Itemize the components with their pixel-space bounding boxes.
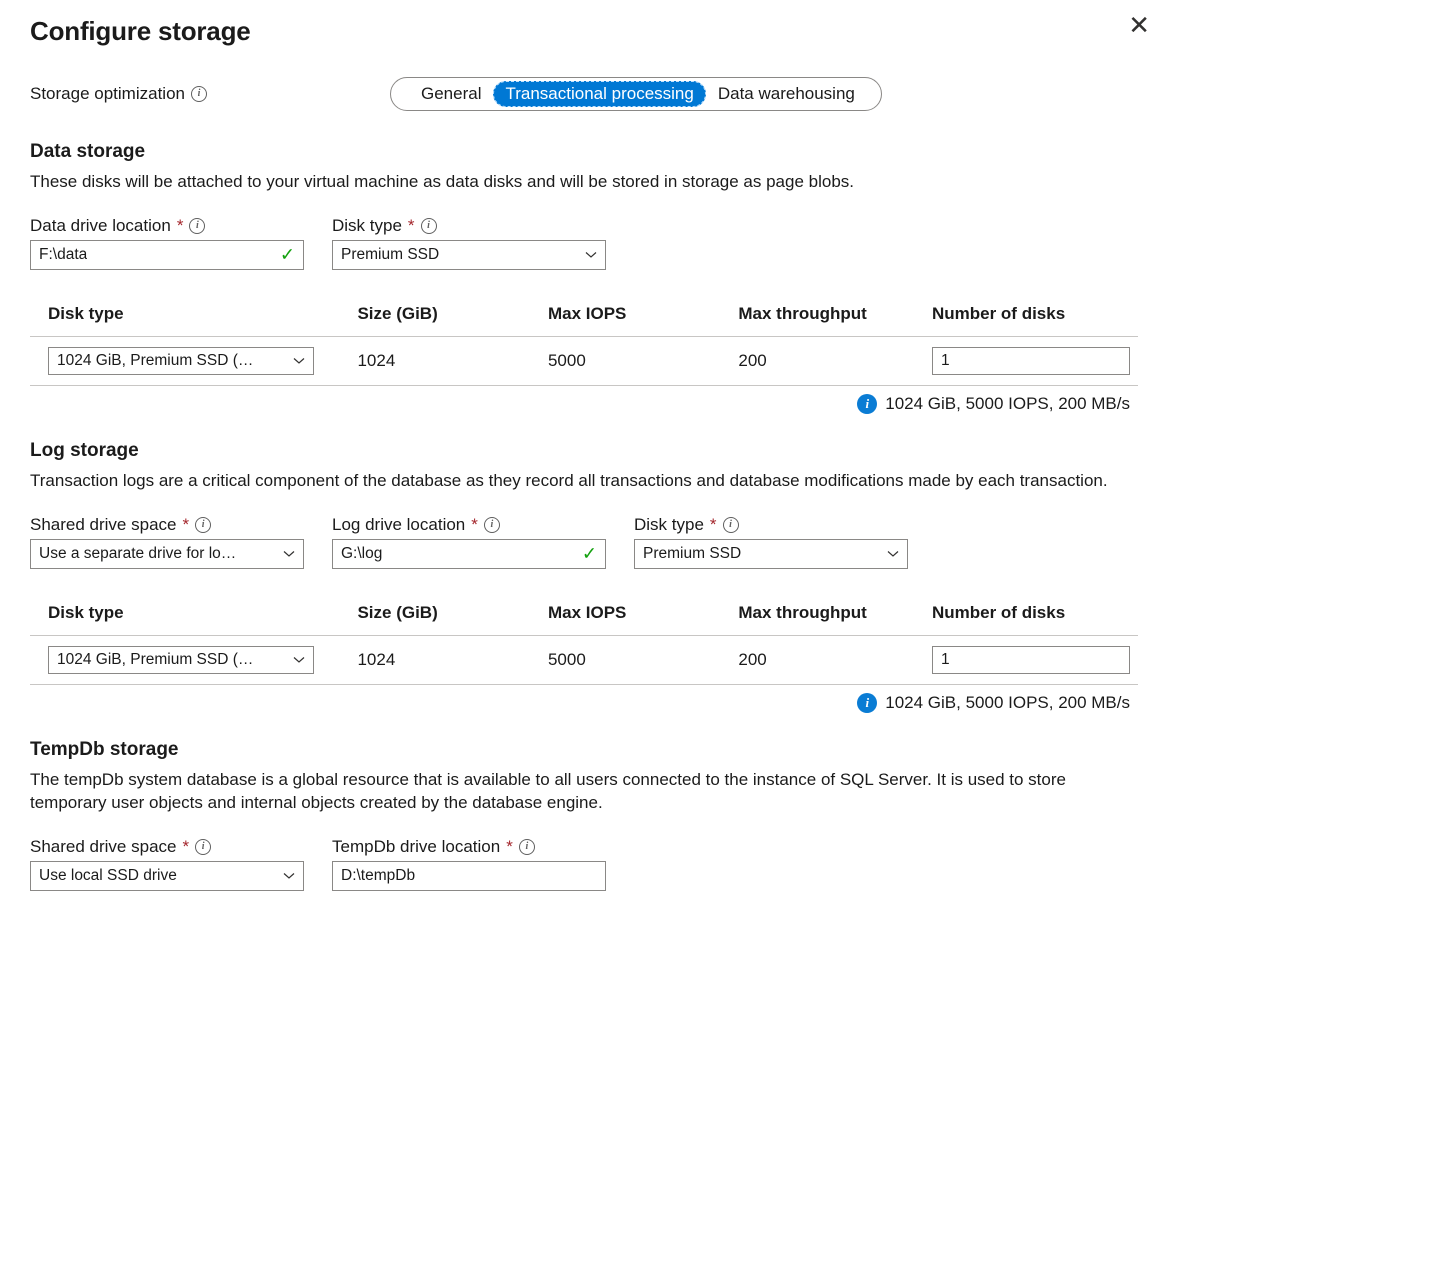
chevron-down-icon: [293, 654, 305, 666]
tempdb-shared-drive-label: Shared drive space: [30, 837, 176, 857]
log-storage-description: Transaction logs are a critical componen…: [30, 470, 1138, 493]
data-row-num-disks-input[interactable]: 1: [932, 347, 1130, 375]
page-title: Configure storage: [30, 16, 1138, 47]
col-disk-type: Disk type: [30, 294, 349, 337]
info-icon[interactable]: i: [195, 517, 211, 533]
col-iops: Max IOPS: [540, 294, 730, 337]
pill-transactional-processing[interactable]: Transactional processing: [493, 81, 705, 107]
log-row-num-disks-input[interactable]: 1: [932, 646, 1130, 674]
info-icon[interactable]: i: [191, 86, 207, 102]
data-disk-type-select[interactable]: Premium SSD: [332, 240, 606, 270]
chevron-down-icon: [585, 249, 597, 261]
data-row-throughput: 200: [730, 336, 924, 385]
tempdb-drive-location-label: TempDb drive location: [332, 837, 500, 857]
log-drive-location-label: Log drive location: [332, 515, 465, 535]
data-row-size: 1024: [349, 336, 540, 385]
data-storage-summary: 1024 GiB, 5000 IOPS, 200 MB/s: [885, 394, 1130, 414]
required-indicator: *: [182, 837, 189, 857]
data-storage-description: These disks will be attached to your vir…: [30, 171, 1138, 194]
valid-check-icon: ✓: [280, 244, 295, 265]
required-indicator: *: [177, 216, 184, 236]
info-icon[interactable]: i: [519, 839, 535, 855]
info-icon[interactable]: i: [195, 839, 211, 855]
tempdb-storage-heading: TempDb storage: [30, 739, 1138, 761]
col-iops: Max IOPS: [540, 593, 730, 636]
log-disk-type-select[interactable]: Premium SSD: [634, 539, 908, 569]
col-size: Size (GiB): [349, 294, 540, 337]
tempdb-shared-drive-select[interactable]: Use local SSD drive: [30, 861, 304, 891]
required-indicator: *: [471, 515, 478, 535]
log-row-disk-type-select[interactable]: 1024 GiB, Premium SSD (…: [48, 646, 314, 674]
col-num-disks: Number of disks: [924, 593, 1138, 636]
data-disk-table: Disk type Size (GiB) Max IOPS Max throug…: [30, 294, 1138, 386]
log-storage-heading: Log storage: [30, 440, 1138, 462]
chevron-down-icon: [283, 548, 295, 560]
data-disk-type-label: Disk type: [332, 216, 402, 236]
valid-check-icon: ✓: [582, 543, 597, 564]
info-icon[interactable]: i: [723, 517, 739, 533]
log-disk-table: Disk type Size (GiB) Max IOPS Max throug…: [30, 593, 1138, 685]
col-num-disks: Number of disks: [924, 294, 1138, 337]
info-icon[interactable]: i: [484, 517, 500, 533]
col-throughput: Max throughput: [730, 593, 924, 636]
table-row: 1024 GiB, Premium SSD (… 1024 5000 200 1: [30, 336, 1138, 385]
data-row-iops: 5000: [540, 336, 730, 385]
required-indicator: *: [506, 837, 513, 857]
log-row-iops: 5000: [540, 635, 730, 684]
col-disk-type: Disk type: [30, 593, 349, 636]
data-storage-heading: Data storage: [30, 141, 1138, 163]
data-drive-location-input[interactable]: F:\data ✓: [30, 240, 304, 270]
col-throughput: Max throughput: [730, 294, 924, 337]
table-row: 1024 GiB, Premium SSD (… 1024 5000 200 1: [30, 635, 1138, 684]
col-size: Size (GiB): [349, 593, 540, 636]
log-row-throughput: 200: [730, 635, 924, 684]
tempdb-drive-location-input[interactable]: D:\tempDb: [332, 861, 606, 891]
info-icon[interactable]: i: [189, 218, 205, 234]
required-indicator: *: [408, 216, 415, 236]
pill-general[interactable]: General: [409, 81, 493, 107]
log-row-size: 1024: [349, 635, 540, 684]
log-shared-drive-select[interactable]: Use a separate drive for lo…: [30, 539, 304, 569]
close-icon[interactable]: ✕: [1128, 12, 1150, 38]
data-drive-location-label: Data drive location: [30, 216, 171, 236]
chevron-down-icon: [283, 870, 295, 882]
info-badge-icon: i: [857, 394, 877, 414]
chevron-down-icon: [293, 355, 305, 367]
log-storage-summary: 1024 GiB, 5000 IOPS, 200 MB/s: [885, 693, 1130, 713]
data-row-disk-type-select[interactable]: 1024 GiB, Premium SSD (…: [48, 347, 314, 375]
tempdb-storage-description: The tempDb system database is a global r…: [30, 769, 1138, 815]
pill-data-warehousing[interactable]: Data warehousing: [706, 81, 867, 107]
chevron-down-icon: [887, 548, 899, 560]
storage-optimization-toggle[interactable]: General Transactional processing Data wa…: [390, 77, 882, 111]
info-badge-icon: i: [857, 693, 877, 713]
required-indicator: *: [710, 515, 717, 535]
log-drive-location-input[interactable]: G:\log ✓: [332, 539, 606, 569]
log-shared-drive-label: Shared drive space: [30, 515, 176, 535]
required-indicator: *: [182, 515, 189, 535]
storage-optimization-label: Storage optimization: [30, 84, 185, 104]
log-disk-type-label: Disk type: [634, 515, 704, 535]
info-icon[interactable]: i: [421, 218, 437, 234]
